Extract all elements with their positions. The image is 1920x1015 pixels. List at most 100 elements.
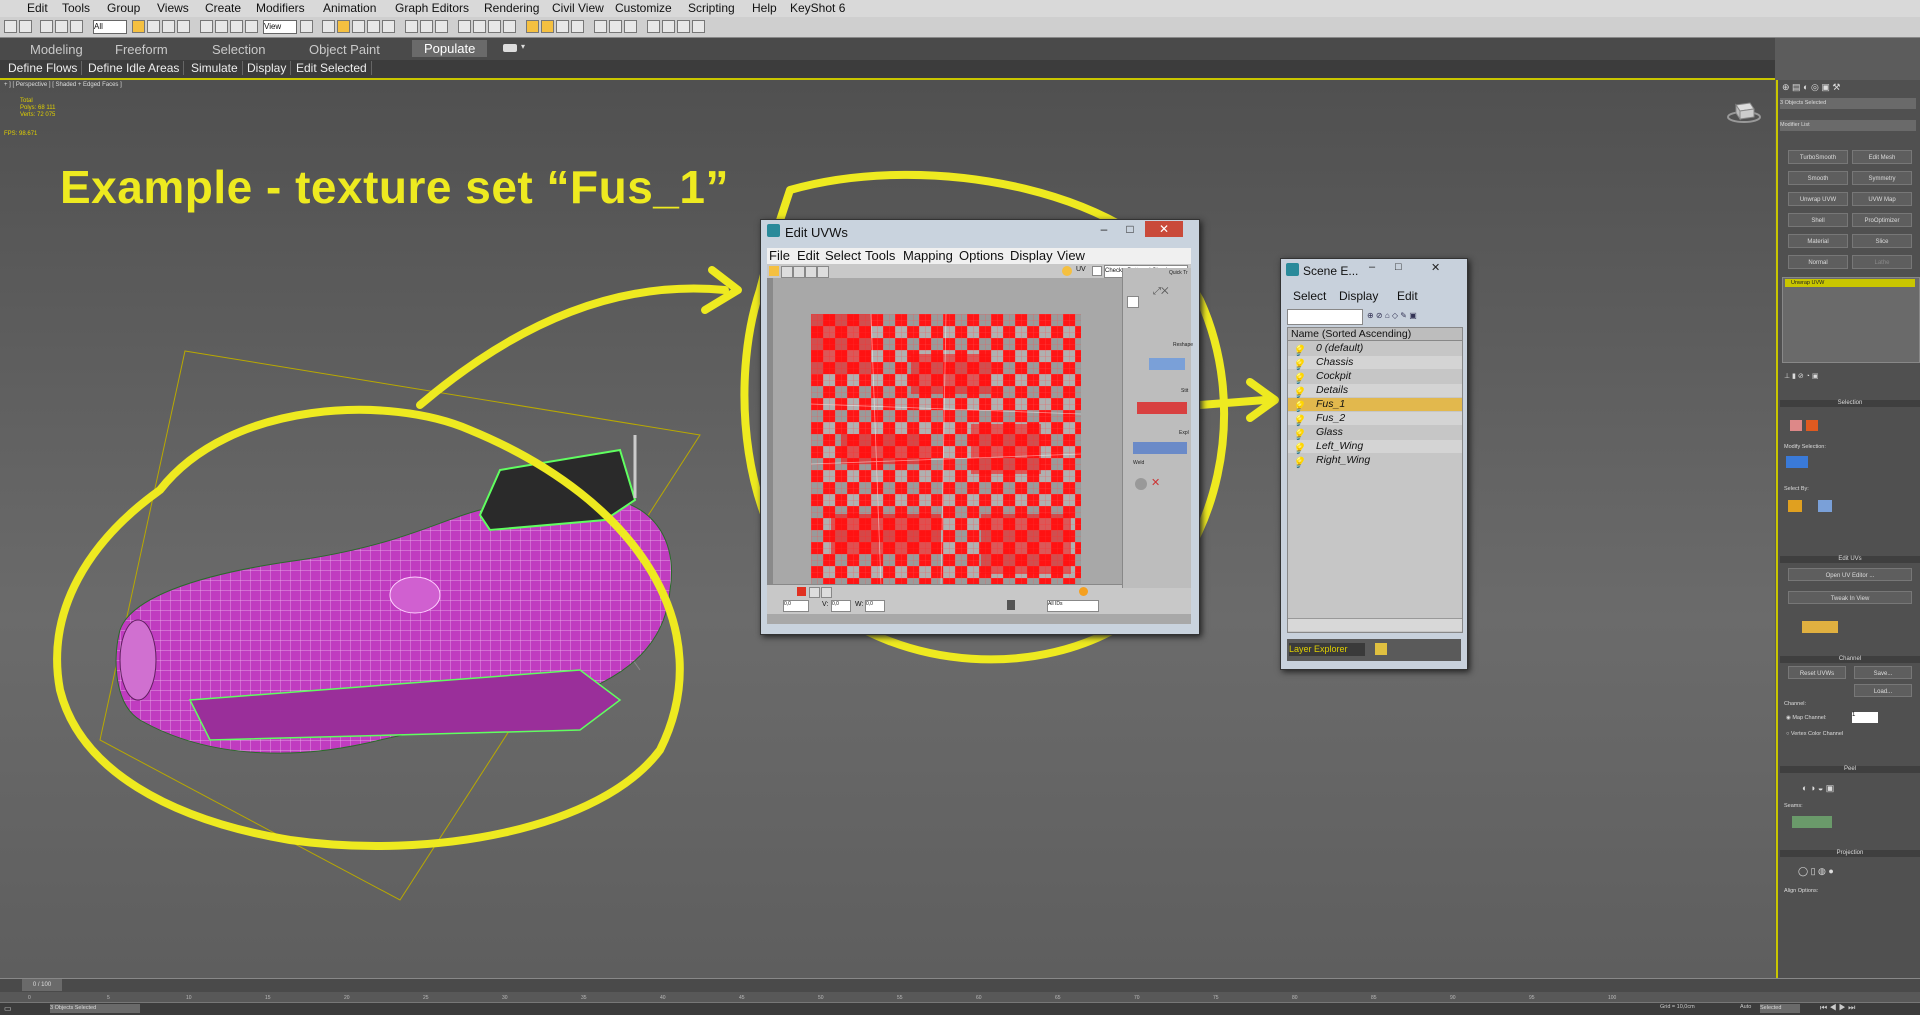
lock-icon[interactable] <box>1007 600 1015 610</box>
extra-tool-3-icon[interactable] <box>677 20 690 33</box>
select-object-icon[interactable] <box>132 20 145 33</box>
select-by-name-icon[interactable] <box>147 20 160 33</box>
modifier-list-dropdown[interactable]: Modifier List <box>1780 120 1916 131</box>
move-uv-icon[interactable] <box>769 266 779 276</box>
normal-button[interactable]: Normal <box>1788 255 1848 269</box>
explorer-type-dropdown[interactable]: Layer Explorer <box>1289 643 1365 656</box>
section-channel[interactable]: Channel <box>1780 656 1920 663</box>
footer-tool-icon[interactable] <box>1375 643 1387 655</box>
show-map-icon[interactable] <box>1062 266 1072 276</box>
reshape-tools-icon[interactable] <box>1149 358 1185 370</box>
scene-menu-edit[interactable]: Edit <box>1397 289 1418 303</box>
tab-object-paint[interactable]: Object Paint <box>309 42 380 57</box>
rotate-icon[interactable] <box>215 20 228 33</box>
window-crossing-icon[interactable] <box>177 20 190 33</box>
named-selection-icon[interactable] <box>405 20 418 33</box>
select-by-angle-icon[interactable] <box>1818 500 1832 512</box>
uvw-menu-mapping[interactable]: Mapping <box>903 248 953 263</box>
track-bar[interactable]: 0 5 10 15 20 25 30 35 40 45 50 55 60 65 … <box>0 992 1920 1002</box>
scene-toolbar-icons[interactable]: ⊕ ⊘ ⌂ ◇ ✎ ▣ <box>1367 311 1457 321</box>
curve-editor-icon[interactable] <box>488 20 501 33</box>
open-uv-editor-button[interactable]: Open UV Editor ... <box>1788 568 1912 581</box>
percent-snap-icon[interactable] <box>367 20 380 33</box>
spinner-snap-icon[interactable] <box>382 20 395 33</box>
quick-planar-map-icon[interactable] <box>1802 621 1838 633</box>
uvw-map-button[interactable]: UVW Map <box>1852 192 1912 206</box>
layer-row[interactable]: 💡 Glass <box>1288 426 1462 441</box>
render-icon[interactable] <box>571 20 584 33</box>
scene-search-input[interactable] <box>1287 309 1363 325</box>
angle-snap-icon[interactable] <box>352 20 365 33</box>
viewport-label[interactable]: + ] [ Perspective ] [ Shaded + Edged Fac… <box>4 82 122 88</box>
u-value-field[interactable]: 0,0 <box>783 600 809 612</box>
weld-selected-icon[interactable] <box>1135 478 1147 490</box>
section-selection[interactable]: Selection <box>1780 400 1920 407</box>
reference-coordinate-dropdown[interactable]: View <box>263 20 297 34</box>
layer-row[interactable]: 💡 Left_Wing <box>1288 440 1462 455</box>
menu-animation[interactable]: Animation <box>323 1 376 15</box>
face-mode-icon[interactable] <box>821 587 832 598</box>
edit-selected-button[interactable]: Edit Selected <box>292 61 372 75</box>
layer-row[interactable]: 💡 Fus_2 <box>1288 412 1462 427</box>
keyshot-settings-icon[interactable] <box>624 20 637 33</box>
vertex-mode-icon[interactable] <box>797 587 806 596</box>
symmetry-button[interactable]: Symmetry <box>1852 171 1912 185</box>
menu-civil-view[interactable]: Civil View <box>552 1 604 15</box>
unwrap-uvw-button[interactable]: Unwrap UVW <box>1788 192 1848 206</box>
bind-space-warp-icon[interactable] <box>70 20 83 33</box>
select-by-element-icon[interactable] <box>1788 500 1802 512</box>
prooptimizer-button[interactable]: ProOptimizer <box>1852 213 1912 227</box>
display-button[interactable]: Display <box>243 61 292 75</box>
id-filter-dropdown[interactable]: All IDs <box>1047 600 1099 612</box>
maximize-button[interactable]: □ <box>1395 261 1402 273</box>
uv-checkbox[interactable] <box>1092 266 1102 276</box>
scene-explorer-window[interactable]: Scene E... – □ ✕ Select Display Edit ⊕ ⊘… <box>1280 258 1468 670</box>
graphite-toggle-icon[interactable] <box>473 20 486 33</box>
scene-menu-select[interactable]: Select <box>1293 289 1326 303</box>
uvw-menu-file[interactable]: File <box>769 248 790 263</box>
close-button[interactable]: ✕ <box>1431 261 1440 274</box>
visibility-icon[interactable]: 💡 <box>1292 442 1310 455</box>
layer-manager-icon[interactable] <box>458 20 471 33</box>
uvw-menu-view[interactable]: View <box>1057 248 1085 263</box>
quick-align-icon[interactable] <box>1127 296 1139 308</box>
edge-mode-icon[interactable] <box>809 587 820 598</box>
turbosmooth-button[interactable]: TurboSmooth <box>1788 150 1848 164</box>
menu-scripting[interactable]: Scripting <box>688 1 735 15</box>
menu-edit[interactable]: Edit <box>27 1 48 15</box>
place-icon[interactable] <box>245 20 258 33</box>
stitch-tools-icon[interactable] <box>1137 402 1187 414</box>
layer-row[interactable]: 💡 Details <box>1288 384 1462 399</box>
menu-views[interactable]: Views <box>157 1 189 15</box>
key-filter-dropdown[interactable]: Selected <box>1760 1004 1800 1013</box>
uvw-menu-select[interactable]: Select <box>825 248 861 263</box>
extra-tool-2-icon[interactable] <box>662 20 675 33</box>
visibility-icon[interactable]: 💡 <box>1292 386 1310 399</box>
chevron-down-icon[interactable]: ▾ <box>521 42 525 51</box>
mirror-uv-icon[interactable] <box>817 266 829 278</box>
map-channel-radio[interactable]: ◉ Map Channel: <box>1786 715 1827 721</box>
menu-modifiers[interactable]: Modifiers <box>256 1 305 15</box>
horizontal-scrollbar[interactable] <box>1288 618 1462 631</box>
w-value-field[interactable]: 0,0 <box>865 600 885 612</box>
stack-item-unwrap[interactable]: Unwrap UVW <box>1785 279 1915 287</box>
menu-group[interactable]: Group <box>107 1 140 15</box>
menu-tools[interactable]: Tools <box>62 1 90 15</box>
uv-checker-map[interactable] <box>811 314 1081 586</box>
shell-button[interactable]: Shell <box>1788 213 1848 227</box>
mirror-icon[interactable] <box>420 20 433 33</box>
uvw-menu-tools[interactable]: Tools <box>865 248 895 263</box>
scene-menu-display[interactable]: Display <box>1339 289 1378 303</box>
uvw-menu-edit[interactable]: Edit <box>797 248 819 263</box>
tab-freeform[interactable]: Freeform <box>115 42 168 57</box>
viewcube-icon[interactable] <box>1724 97 1764 125</box>
tab-selection[interactable]: Selection <box>212 42 265 57</box>
rotate-uv-icon[interactable] <box>781 266 793 278</box>
visibility-icon[interactable]: 💡 <box>1292 358 1310 371</box>
uvw-menu-options[interactable]: Options <box>959 248 1004 263</box>
section-peel[interactable]: Peel <box>1780 766 1920 773</box>
weld-target-icon[interactable]: ✕ <box>1151 476 1160 489</box>
projection-icons[interactable]: ◯ ▯ ◍ ● <box>1798 866 1858 878</box>
tab-populate[interactable]: Populate <box>412 40 488 57</box>
vertex-color-channel-radio[interactable]: ○ Vertex Color Channel <box>1786 731 1843 737</box>
